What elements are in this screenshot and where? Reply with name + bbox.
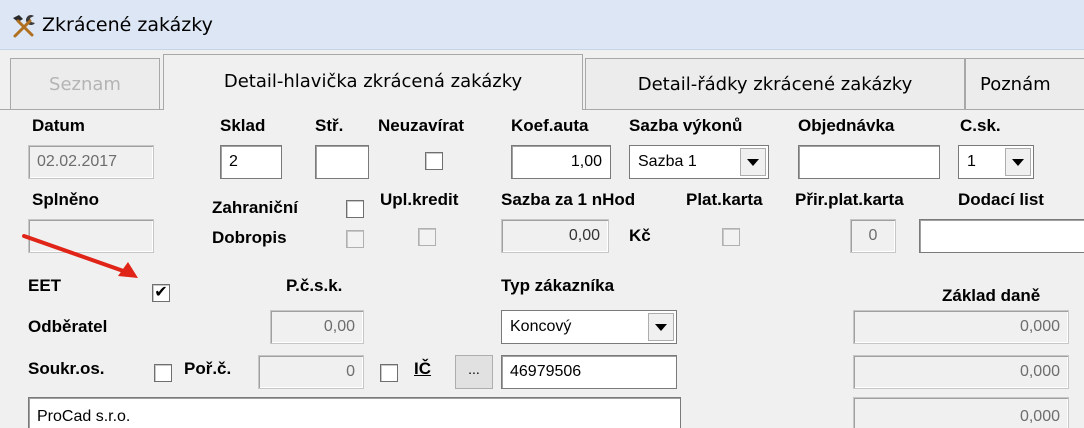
label-typ-zakaznika: Typ zákazníka xyxy=(501,276,615,295)
label-splneno: Splněno xyxy=(32,190,100,209)
tab-detail-hlavicka[interactable]: Detail-hlavička zkrácená zakázky xyxy=(163,54,583,110)
label-prir-plat-karta: Přir.plat.karta xyxy=(795,190,904,209)
soukr-os-checkbox[interactable] xyxy=(154,364,172,382)
tab-detail-radky[interactable]: Detail-řádky zkrácené zakázky xyxy=(585,58,965,110)
chevron-down-icon[interactable] xyxy=(740,148,766,176)
ic-lookup-button[interactable]: ... xyxy=(455,355,493,389)
tools-icon xyxy=(13,15,35,38)
label-str: Stř. xyxy=(315,116,344,135)
objednavka-field[interactable] xyxy=(798,145,940,179)
window-title: Zkrácené zakázky xyxy=(42,14,213,36)
red-arrow-icon xyxy=(22,234,138,278)
label-sklad: Sklad xyxy=(220,116,266,135)
tab-poznamky[interactable]: Poznám xyxy=(965,58,1084,110)
label-datum: Datum xyxy=(32,116,85,135)
label-csk: C.sk. xyxy=(960,116,1001,135)
zaklad-dane-field-3[interactable]: 0,000 xyxy=(853,397,1069,428)
chevron-down-icon[interactable] xyxy=(648,313,674,341)
por-c-field[interactable]: 0 xyxy=(258,355,364,389)
zahranicni-checkbox[interactable] xyxy=(346,200,364,218)
label-zahranicni: Zahraniční xyxy=(212,198,298,217)
label-pcsk: P.č.s.k. xyxy=(286,276,343,295)
label-ic: IČ xyxy=(414,359,431,378)
label-soukr-os: Soukr.os. xyxy=(28,359,105,378)
csk-select[interactable]: 1 xyxy=(958,145,1034,179)
ic-checkbox[interactable] xyxy=(380,364,398,382)
prir-plat-karta-field[interactable]: 0 xyxy=(850,219,896,253)
upl-kredit-checkbox[interactable] xyxy=(418,228,436,246)
label-sazba-vykonu: Sazba výkonů xyxy=(629,116,743,135)
zaklad-dane-field-2[interactable]: 0,000 xyxy=(853,355,1069,389)
label-dodaci-list: Dodací list xyxy=(958,190,1044,209)
tab-seznam[interactable]: Seznam xyxy=(10,58,160,110)
sazba-za-1-nhod-field[interactable]: 0,00 xyxy=(501,219,609,253)
pcsk-field[interactable]: 0,00 xyxy=(270,310,364,344)
label-neuzavirat: Neuzavírat xyxy=(378,116,464,135)
label-sazba-za-1-nhod: Sazba za 1 nHod xyxy=(501,190,636,209)
datum-field[interactable]: 02.02.2017 xyxy=(28,145,154,179)
label-koef-auta: Koef.auta xyxy=(511,116,589,135)
plat-karta-checkbox[interactable] xyxy=(722,228,740,246)
typ-zakaznika-value: Koncový xyxy=(510,318,572,335)
odberatel-name-field[interactable]: ProCad s.r.o. xyxy=(28,397,681,428)
label-odberatel: Odběratel xyxy=(28,317,108,336)
eet-checkbox[interactable]: ✔ xyxy=(152,284,170,302)
label-zaklad-dane: Základ daně xyxy=(942,286,1041,305)
sazba-vykonu-select[interactable]: Sazba 1 xyxy=(629,145,769,179)
label-objednavka: Objednávka xyxy=(798,116,895,135)
str-field[interactable] xyxy=(315,145,369,179)
dodaci-list-field[interactable] xyxy=(919,219,1084,253)
zaklad-dane-field-1[interactable]: 0,000 xyxy=(853,310,1069,344)
label-dobropis: Dobropis xyxy=(212,228,287,247)
sazba-vykonu-value: Sazba 1 xyxy=(638,153,697,170)
label-plat-karta: Plat.karta xyxy=(686,190,763,209)
dobropis-checkbox[interactable] xyxy=(346,230,364,248)
label-por-c: Poř.č. xyxy=(184,359,232,378)
csk-value: 1 xyxy=(967,153,976,170)
ic-field[interactable]: 46979506 xyxy=(501,355,677,389)
sklad-field[interactable]: 2 xyxy=(220,145,282,179)
koef-auta-field[interactable]: 1,00 xyxy=(511,145,611,179)
label-kc: Kč xyxy=(629,226,651,245)
typ-zakaznika-select[interactable]: Koncový xyxy=(501,310,677,344)
neuzavirat-checkbox[interactable] xyxy=(425,152,443,170)
label-upl-kredit: Upl.kredit xyxy=(380,190,459,209)
chevron-down-icon[interactable] xyxy=(1005,148,1031,176)
